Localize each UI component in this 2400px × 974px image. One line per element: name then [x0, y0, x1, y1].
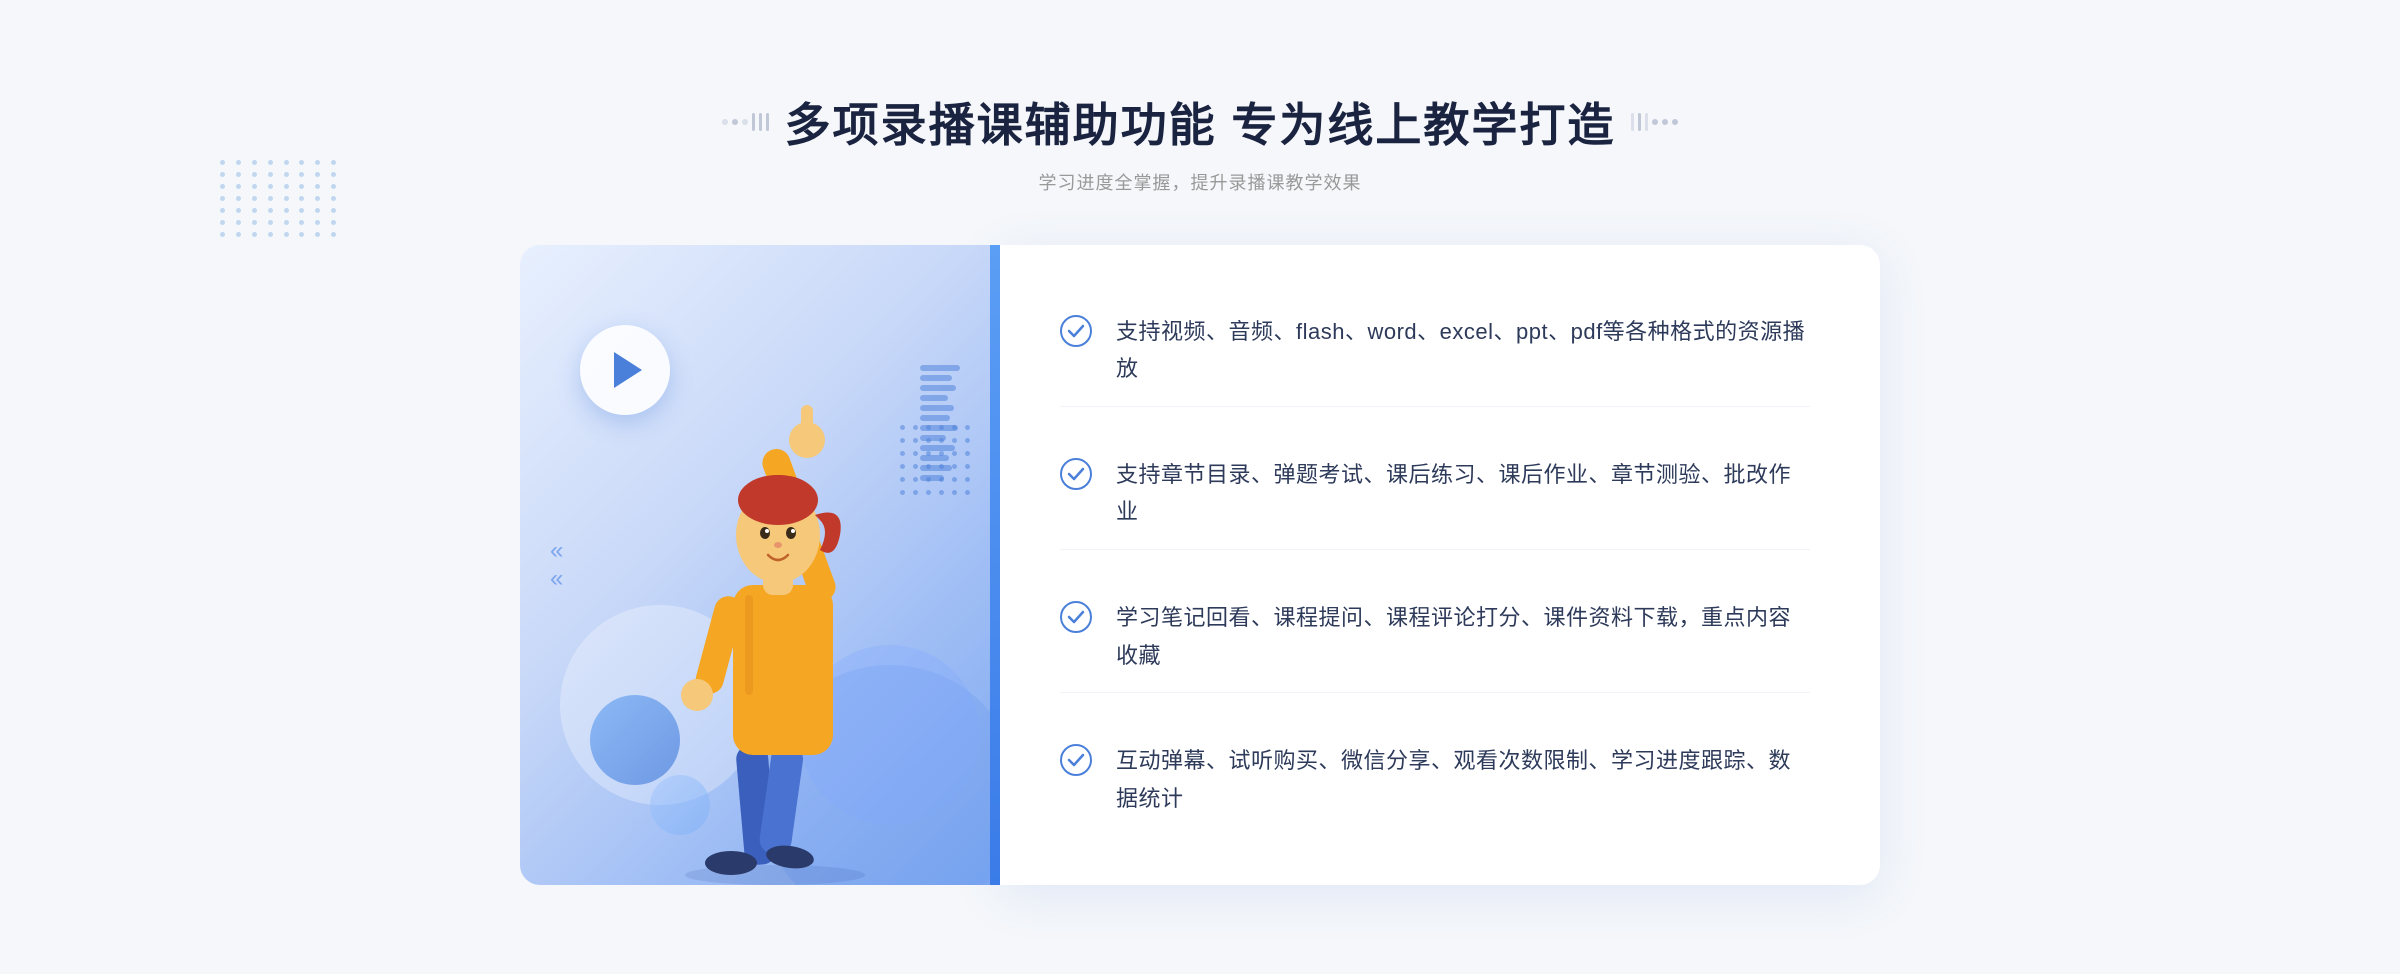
chevron-icon-2: «: [550, 567, 563, 591]
illus-stripes: [920, 365, 960, 485]
title-decorator-right: [1631, 113, 1678, 131]
illus-vbar: [990, 245, 1000, 885]
chevron-icon: «: [550, 539, 563, 563]
main-title: 多项录播课辅助功能 专为线上教学打造: [785, 89, 1616, 155]
check-icon-3: [1060, 601, 1092, 633]
check-icon-2: [1060, 458, 1092, 490]
title-row: 多项录播课辅助功能 专为线上教学打造: [722, 89, 1679, 155]
dots-decoration-left: [220, 160, 340, 280]
title-decorator-left: [722, 113, 769, 131]
feature-text-3: 学习笔记回看、课程提问、课程评论打分、课件资料下载，重点内容收藏: [1116, 599, 1810, 674]
feature-item-2: 支持章节目录、弹题考试、课后练习、课后作业、章节测验、批改作业: [1060, 438, 1810, 550]
illustration-panel: « «: [520, 245, 1000, 885]
header-section: 多项录播课辅助功能 专为线上教学打造 学习进度全掌握，提升录播课教学效果: [722, 89, 1679, 195]
subtitle: 学习进度全掌握，提升录播课教学效果: [722, 169, 1679, 195]
content-area: « «: [520, 245, 1880, 885]
page-container: 多项录播课辅助功能 专为线上教学打造 学习进度全掌握，提升录播课教学效果: [0, 0, 2400, 974]
dots-decoration-right: [2040, 60, 2120, 140]
check-icon-4: [1060, 744, 1092, 776]
feature-text-2: 支持章节目录、弹题考试、课后练习、课后作业、章节测验、批改作业: [1116, 456, 1810, 531]
illus-arrows: « «: [550, 539, 563, 591]
feature-text-1: 支持视频、音频、flash、word、excel、ppt、pdf等各种格式的资源…: [1116, 313, 1810, 388]
bottom-circle-large: [590, 695, 680, 785]
feature-text-4: 互动弹幕、试听购买、微信分享、观看次数限制、学习进度跟踪、数据统计: [1116, 742, 1810, 817]
bottom-circle-small: [650, 775, 710, 835]
features-panel: 支持视频、音频、flash、word、excel、ppt、pdf等各种格式的资源…: [1000, 245, 1880, 885]
check-icon-1: [1060, 315, 1092, 347]
feature-item-1: 支持视频、音频、flash、word、excel、ppt、pdf等各种格式的资源…: [1060, 295, 1810, 407]
feature-item-3: 学习笔记回看、课程提问、课程评论打分、课件资料下载，重点内容收藏: [1060, 581, 1810, 693]
feature-item-4: 互动弹幕、试听购买、微信分享、观看次数限制、学习进度跟踪、数据统计: [1060, 724, 1810, 835]
